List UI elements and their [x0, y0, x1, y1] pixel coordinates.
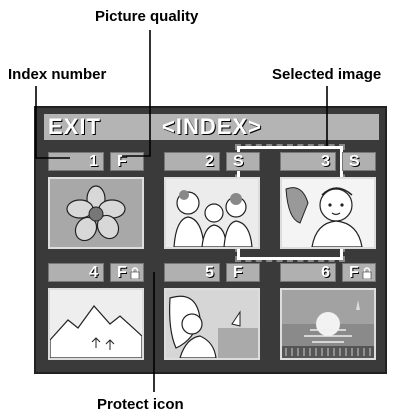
callout-leader-lines: [35, 30, 328, 392]
index-number-leader: [35, 86, 70, 159]
picture-quality-leader: [122, 30, 151, 157]
